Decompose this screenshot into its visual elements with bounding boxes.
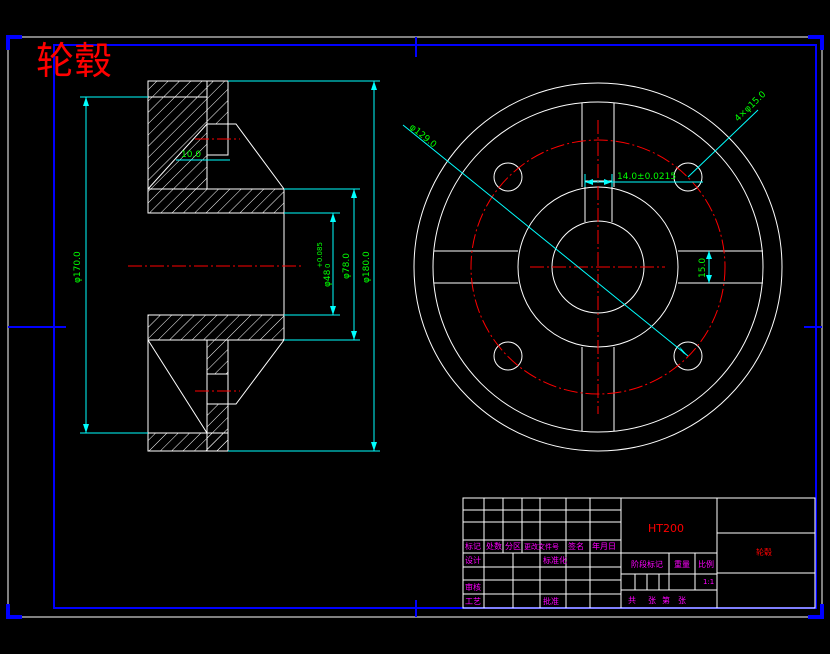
tb-label-sign: 签名 [568,541,584,551]
tb-label-sheet-no: 第 [662,595,670,605]
dim-phi48: φ48 [323,269,333,287]
tb-label-weight: 重量 [674,559,690,569]
tb-label-review: 审核 [465,582,481,592]
tb-label-date: 年月日 [592,541,616,551]
dim-10: 10.0 [181,150,201,160]
front-view-dimensions [402,109,759,357]
tb-label-count: 处数 [486,541,502,551]
tb-label-sheet-unit: 张 [678,596,686,605]
dim-phi180: φ180.0 [362,251,372,283]
tb-label-approve: 批准 [543,596,559,606]
dim-phi78: φ78.0 [342,253,352,279]
dim-phi48-upper-tol: +0.085 [316,242,324,268]
tb-label-total: 共 [628,596,636,605]
tb-label-sheets: 张 [648,596,656,605]
tb-label-zone: 分区 [505,542,521,551]
section-view: φ170.0 φ180.0 φ78.0 φ48 +0.085 0 10.0 [73,80,380,452]
front-view: φ129.0 4×φ15.0 14.0±0.0215 15.0 [402,82,783,452]
tb-label-design: 设计 [465,555,481,565]
drawing-title: 轮毂 [36,39,112,83]
title-block: HT200 轮毂 1:1 标记 处数 分区 更改文件号 签名 年月日 设计 标准… [462,497,816,609]
tb-label-mark: 标记 [465,541,481,551]
tb-label-change-doc: 更改文件号 [524,542,559,551]
dim-phi170: φ170.0 [73,251,83,283]
cad-drawing: 轮毂 φ170.0 φ180.0 φ78.0 φ48 +0.085 0 10.0… [6,35,824,619]
tb-material: HT200 [648,522,684,535]
tb-label-process: 工艺 [465,597,481,606]
tb-label-stage-mark: 阶段标记 [631,559,663,569]
tb-label-standardize: 标准化 [543,555,567,565]
dim-15: 15.0 [698,258,708,278]
dim-phi129: φ129.0 [407,123,438,151]
tb-part-name: 轮毂 [756,547,772,557]
dim-4-holes-phi15: 4×φ15.0 [733,90,768,125]
tb-label-scale: 比例 [698,559,714,569]
dim-phi48-lower-tol: 0 [324,264,332,268]
dim-keyway-width: 14.0±0.0215 [617,172,676,182]
tb-scale: 1:1 [703,578,714,586]
